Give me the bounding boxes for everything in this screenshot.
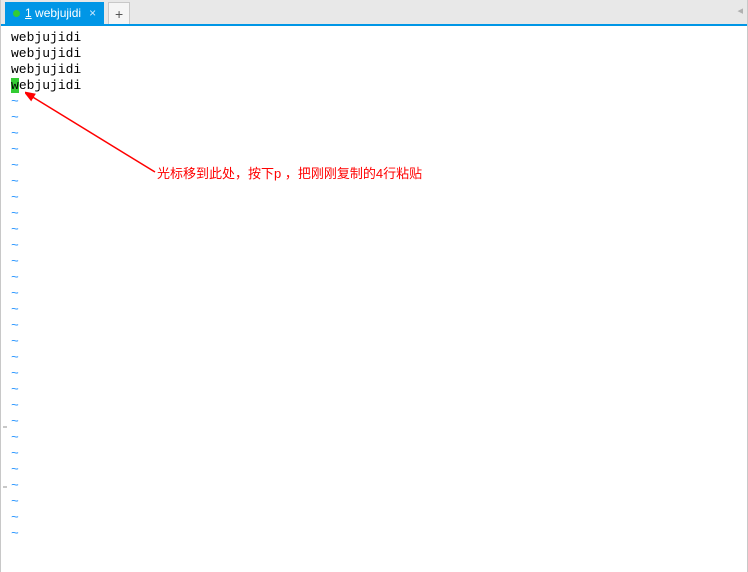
close-icon[interactable]: ×	[89, 6, 96, 20]
empty-line-tilde: ~	[11, 526, 747, 542]
gutter-mark	[3, 426, 7, 428]
text-line: webjujidi	[11, 46, 747, 62]
empty-line-tilde: ~	[11, 142, 747, 158]
empty-line-tilde: ~	[11, 286, 747, 302]
tab-scroll-left-icon[interactable]: ◂	[737, 4, 743, 17]
empty-line-tilde: ~	[11, 302, 747, 318]
empty-line-tilde: ~	[11, 254, 747, 270]
gutter-mark	[3, 486, 7, 488]
editor-area[interactable]: 光标移到此处，按下p ，把刚刚复制的4行粘贴 webjujidiwebjujid…	[1, 26, 747, 572]
empty-line-tilde: ~	[11, 158, 747, 174]
empty-line-tilde: ~	[11, 238, 747, 254]
empty-line-tilde: ~	[11, 462, 747, 478]
tab-active[interactable]: 1 webjujidi ×	[5, 2, 104, 24]
empty-line-tilde: ~	[11, 478, 747, 494]
empty-line-tilde: ~	[11, 350, 747, 366]
tab-title: 1 webjujidi	[25, 6, 81, 20]
empty-line-tilde: ~	[11, 126, 747, 142]
text-line: webjujidi	[11, 62, 747, 78]
empty-line-tilde: ~	[11, 206, 747, 222]
empty-line-tilde: ~	[11, 366, 747, 382]
empty-line-tilde: ~	[11, 414, 747, 430]
cursor: w	[11, 78, 19, 93]
tab-index: 1	[25, 6, 32, 20]
tab-bar: 1 webjujidi × + ◂	[1, 0, 747, 26]
fold-gutter	[1, 26, 9, 572]
empty-line-tilde: ~	[11, 190, 747, 206]
empty-line-tilde: ~	[11, 494, 747, 510]
tab-name: webjujidi	[35, 6, 81, 20]
empty-line-tilde: ~	[11, 222, 747, 238]
empty-line-tilde: ~	[11, 174, 747, 190]
empty-line-tilde: ~	[11, 270, 747, 286]
new-tab-button[interactable]: +	[108, 2, 130, 24]
empty-line-tilde: ~	[11, 110, 747, 126]
empty-line-tilde: ~	[11, 382, 747, 398]
text-line: webjujidi	[11, 30, 747, 46]
empty-line-tilde: ~	[11, 510, 747, 526]
empty-line-tilde: ~	[11, 94, 747, 110]
empty-line-tilde: ~	[11, 334, 747, 350]
empty-line-tilde: ~	[11, 318, 747, 334]
empty-line-tilde: ~	[11, 446, 747, 462]
modified-dot-icon	[13, 10, 20, 17]
text-line: webjujidi	[11, 78, 747, 94]
empty-line-tilde: ~	[11, 430, 747, 446]
empty-line-tilde: ~	[11, 398, 747, 414]
editor-window: 1 webjujidi × + ◂ 光标移到此处，按下p ，把刚刚复制的4行粘贴…	[0, 0, 748, 572]
